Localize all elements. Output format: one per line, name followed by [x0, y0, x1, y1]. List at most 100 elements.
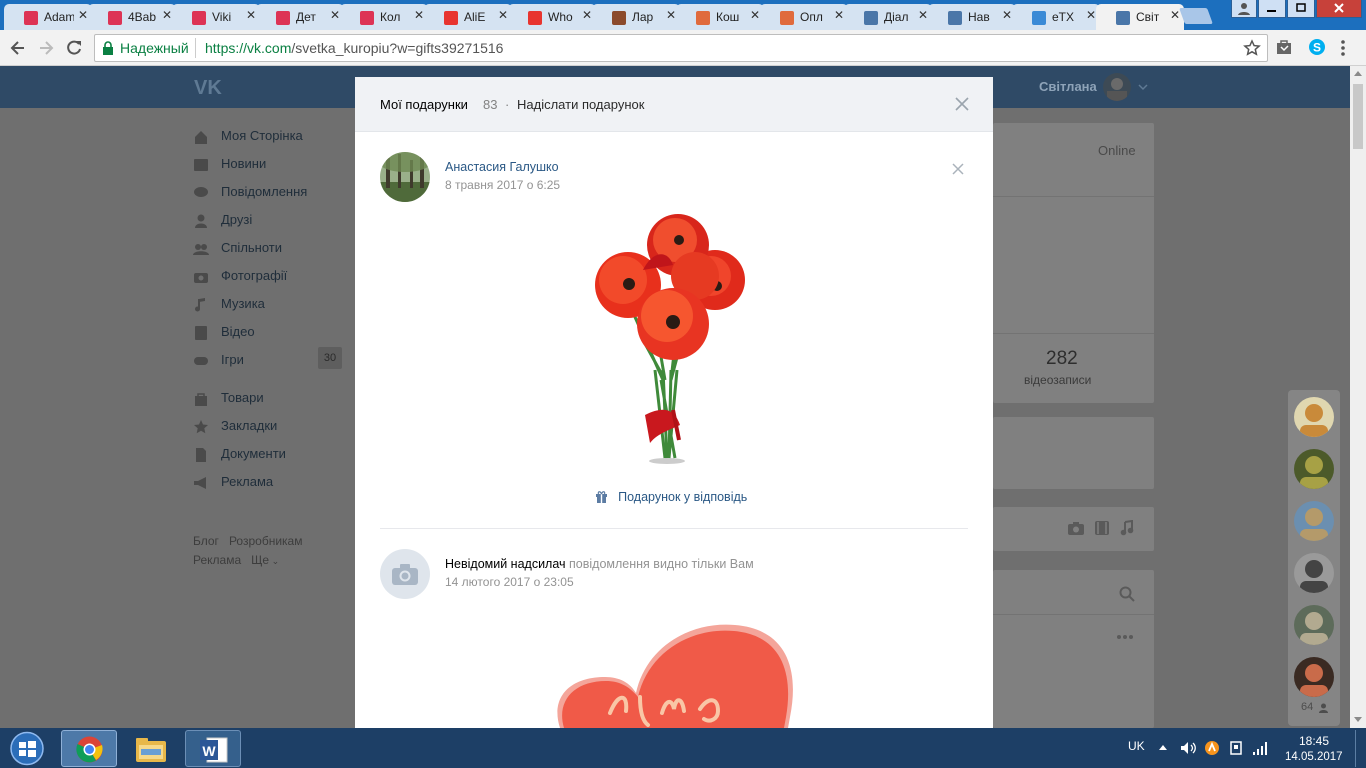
clock-time[interactable]: 18:45 [1299, 734, 1329, 748]
sender-avatar[interactable] [380, 152, 430, 202]
browser-tab[interactable]: Нав ✕ [928, 4, 1016, 30]
sidebar-item-label: Новини [221, 156, 267, 171]
browser-tab[interactable]: Who ✕ [508, 4, 596, 30]
browser-tab[interactable]: Кол ✕ [340, 4, 428, 30]
tab-close-icon[interactable]: ✕ [1002, 8, 1012, 22]
tab-close-icon[interactable]: ✕ [918, 8, 928, 22]
tab-close-icon[interactable]: ✕ [330, 8, 340, 22]
music-icon[interactable] [1120, 520, 1134, 536]
footer-more-link[interactable]: Ще [251, 553, 269, 567]
tab-close-icon[interactable]: ✕ [750, 8, 760, 22]
chrome-menu-icon[interactable] [1336, 38, 1350, 58]
language-indicator[interactable]: UK [1128, 739, 1145, 753]
forward-icon[interactable] [36, 38, 56, 58]
sender-name[interactable]: Анастасия Галушко [445, 160, 559, 174]
footer-dev-link[interactable]: Розробникам [229, 534, 303, 548]
vk-logo-icon[interactable]: VK [194, 75, 228, 97]
reply-gift-label[interactable]: Подарунок у відповідь [618, 490, 747, 504]
scroll-down-icon[interactable] [1354, 717, 1362, 722]
chevron-down-icon[interactable] [1138, 83, 1148, 91]
sidebar-item[interactable]: Моя Сторінка [193, 128, 343, 156]
camera-icon[interactable] [1068, 521, 1084, 535]
browser-tab[interactable]: Дет ✕ [256, 4, 344, 30]
skype-icon[interactable]: S [1307, 37, 1327, 57]
sidebar-item[interactable]: Спільноти [193, 240, 343, 268]
sidebar-item[interactable]: Новини [193, 156, 343, 184]
footer-ads-link[interactable]: Реклама [193, 553, 241, 567]
more-dots-icon[interactable] [1116, 634, 1134, 640]
friend-avatar[interactable] [1294, 449, 1334, 489]
address-bar[interactable]: Надежный https://vk.com/svetka_kuropiu?w… [94, 34, 1268, 62]
avast-icon[interactable] [1204, 740, 1220, 756]
friend-avatar[interactable] [1294, 605, 1334, 645]
browser-tab[interactable]: Світ ✕ [1096, 4, 1184, 30]
sidebar-item[interactable]: Ігри 30 [193, 347, 343, 380]
minimize-button[interactable] [1258, 0, 1286, 18]
back-icon[interactable] [8, 38, 28, 58]
browser-tab[interactable]: eTX ✕ [1012, 4, 1100, 30]
network-device-icon[interactable] [1228, 740, 1244, 756]
tab-close-icon[interactable]: ✕ [1170, 8, 1180, 22]
bookmark-star-icon[interactable] [1243, 39, 1261, 57]
browser-tab[interactable]: Опл ✕ [760, 4, 848, 30]
videos-count[interactable]: 282 [1046, 348, 1078, 370]
scroll-thumb[interactable] [1353, 84, 1363, 149]
browser-tab[interactable]: Adam ✕ [4, 4, 92, 30]
signal-icon[interactable] [1252, 740, 1268, 756]
sidebar-item[interactable]: Друзі [193, 212, 343, 240]
sidebar-item[interactable]: Закладки [193, 418, 343, 446]
video-icon[interactable] [1095, 521, 1109, 535]
tab-close-icon[interactable]: ✕ [834, 8, 844, 22]
delete-gift-icon[interactable] [952, 163, 964, 175]
send-gift-link[interactable]: Надіслати подарунок [517, 97, 644, 112]
close-icon[interactable] [955, 97, 969, 111]
page-scrollbar[interactable] [1350, 66, 1366, 728]
reply-gift-link[interactable]: Подарунок у відповідь [595, 490, 747, 505]
friend-avatar[interactable] [1294, 553, 1334, 593]
new-tab-button[interactable] [1179, 8, 1213, 24]
clock-date[interactable]: 14.05.2017 [1285, 751, 1343, 763]
user-profile-button[interactable] [1231, 0, 1257, 18]
tab-close-icon[interactable]: ✕ [246, 8, 256, 22]
tab-close-icon[interactable]: ✕ [582, 8, 592, 22]
tab-close-icon[interactable]: ✕ [78, 8, 88, 22]
friend-avatar[interactable] [1294, 397, 1334, 437]
browser-tab[interactable]: 4Bab ✕ [88, 4, 176, 30]
sidebar-item[interactable]: Фотографії [193, 268, 343, 296]
taskbar-word[interactable]: W [185, 730, 241, 767]
scroll-up-icon[interactable] [1354, 71, 1362, 76]
tab-close-icon[interactable]: ✕ [414, 8, 424, 22]
friend-avatar[interactable] [1294, 501, 1334, 541]
sidebar-item[interactable]: Музика [193, 296, 343, 324]
friends-count[interactable]: 64 [1301, 701, 1313, 713]
reload-icon[interactable] [64, 38, 84, 58]
tab-close-icon[interactable]: ✕ [666, 8, 676, 22]
volume-icon[interactable] [1180, 740, 1196, 756]
taskbar-explorer[interactable] [123, 730, 179, 767]
start-button[interactable] [5, 730, 49, 767]
footer-blog-link[interactable]: Блог [193, 534, 219, 548]
sidebar-item[interactable]: Реклама [193, 474, 343, 502]
sidebar-item[interactable]: Документи [193, 446, 343, 474]
taskbar-chrome[interactable] [61, 730, 117, 767]
tab-close-icon[interactable]: ✕ [498, 8, 508, 22]
show-desktop-button[interactable] [1355, 730, 1366, 767]
close-window-button[interactable] [1316, 0, 1362, 18]
header-avatar[interactable] [1103, 73, 1131, 101]
extension-bag-icon[interactable] [1275, 38, 1293, 56]
videos-label[interactable]: відеозаписи [1024, 373, 1091, 387]
restore-button[interactable] [1287, 0, 1315, 18]
header-user-name[interactable]: Світлана [1039, 79, 1097, 94]
browser-tab[interactable]: Лар ✕ [592, 4, 680, 30]
sidebar-item[interactable]: Товари [193, 390, 343, 418]
browser-tab[interactable]: AliE ✕ [424, 4, 512, 30]
sidebar-item[interactable]: Повідомлення [193, 184, 343, 212]
friend-avatar[interactable] [1294, 657, 1334, 697]
search-icon[interactable] [1119, 586, 1135, 602]
browser-tab[interactable]: Діал ✕ [844, 4, 932, 30]
tab-close-icon[interactable]: ✕ [162, 8, 172, 22]
tab-close-icon[interactable]: ✕ [1086, 8, 1096, 22]
browser-tab[interactable]: Viki ✕ [172, 4, 260, 30]
browser-tab[interactable]: Кош ✕ [676, 4, 764, 30]
show-hidden-icons[interactable] [1158, 744, 1168, 750]
